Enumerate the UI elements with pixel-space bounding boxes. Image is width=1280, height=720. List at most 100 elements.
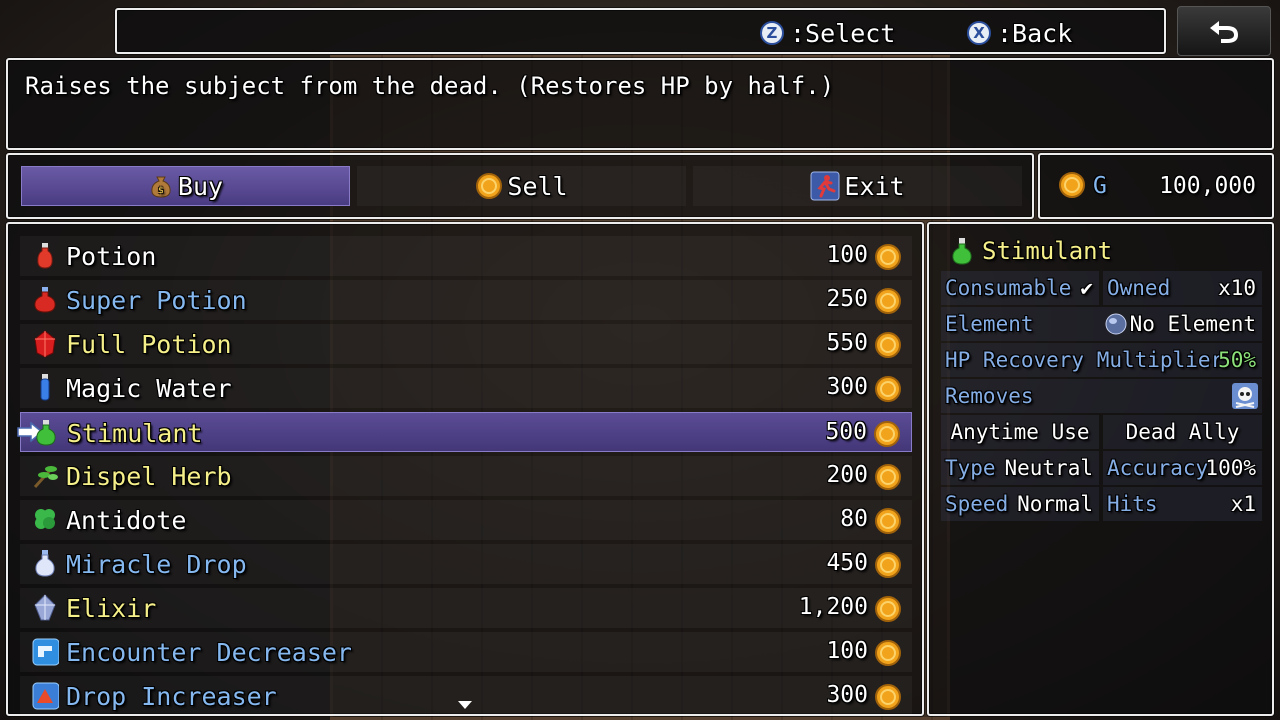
select-hint-label: :Select — [790, 18, 896, 48]
scope-value: Dead Ally — [1125, 420, 1240, 444]
item-price: 300 — [826, 374, 868, 400]
owned-value: x10 — [1218, 276, 1256, 300]
owned-label: Owned — [1107, 276, 1171, 300]
back-button[interactable] — [1177, 6, 1271, 56]
item-row[interactable]: Stimulant 500 — [17, 412, 912, 452]
item-name: Potion — [66, 242, 157, 271]
gold-amount: 100,000 — [1159, 173, 1256, 199]
item-price: 100 — [826, 638, 868, 664]
sell-command[interactable]: Sell — [357, 166, 686, 206]
type-label: Type — [945, 456, 996, 480]
gold-unit: G — [1093, 173, 1107, 199]
red-potion-icon — [30, 241, 60, 271]
item-row[interactable]: Encounter Decreaser 100 — [20, 632, 912, 672]
green-flask-icon — [952, 238, 972, 265]
red-tile-icon — [30, 681, 60, 711]
occasion-value: Anytime Use — [950, 420, 1090, 444]
money-bag-icon: $ — [151, 176, 171, 198]
gold-window: G 100,000 — [1038, 153, 1274, 219]
exit-command[interactable]: Exit — [693, 166, 1022, 206]
coin-icon — [875, 596, 901, 622]
coin-icon-wrap — [874, 375, 902, 403]
item-price: 550 — [826, 330, 868, 356]
item-description: Raises the subject from the dead. (Resto… — [25, 72, 835, 100]
item-name: Elixir — [66, 594, 157, 623]
coin-icon-wrap — [874, 639, 902, 667]
consumable-check-icon: ✔ — [1080, 276, 1093, 300]
coin-icon — [875, 464, 901, 490]
crystal-icon — [30, 593, 60, 623]
coin-icon — [874, 421, 900, 447]
accuracy-cell: Accuracy 100% — [1103, 451, 1262, 485]
item-row[interactable]: Super Potion 250 — [20, 280, 912, 320]
item-price: 100 — [826, 242, 868, 268]
type-value: Neutral — [1004, 456, 1093, 480]
item-name: Magic Water — [66, 374, 232, 403]
coin-icon — [875, 376, 901, 402]
item-row[interactable]: Antidote 80 — [20, 500, 912, 540]
item-price: 450 — [826, 550, 868, 576]
item-name: Stimulant — [67, 419, 203, 448]
coin-icon — [476, 173, 503, 199]
type-cell: Type Neutral — [941, 451, 1099, 485]
coin-icon — [875, 332, 901, 358]
item-name: Full Potion — [66, 330, 232, 359]
buy-command[interactable]: $ Buy — [21, 166, 350, 206]
item-name: Antidote — [66, 506, 187, 535]
coin-icon — [1059, 172, 1085, 198]
item-name: Dispel Herb — [66, 462, 232, 491]
item-price: 300 — [826, 682, 868, 708]
clover-icon — [30, 505, 60, 535]
scope-cell: Dead Ally — [1103, 415, 1262, 449]
buy-command-label: Buy — [177, 171, 224, 201]
z-button-icon: Z — [760, 21, 784, 45]
coin-icon-wrap — [874, 243, 902, 271]
item-name: Drop Increaser — [66, 682, 277, 711]
item-row[interactable]: Magic Water 300 — [20, 368, 912, 408]
back-hint-label: :Back — [997, 18, 1073, 48]
white-drop-icon — [30, 549, 60, 579]
scroll-down-arrow-icon[interactable] — [457, 700, 473, 710]
coin-icon-wrap — [874, 551, 902, 579]
speed-label: Speed — [945, 492, 1009, 516]
coin-icon — [875, 288, 901, 314]
green-flask-icon — [31, 418, 61, 448]
item-row[interactable]: Drop Increaser 300 — [20, 676, 912, 714]
coin-icon-wrap — [873, 420, 901, 448]
coin-icon-wrap — [874, 683, 902, 711]
coin-icon-wrap — [874, 463, 902, 491]
button-help-bar: Z :Select X :Back — [115, 8, 1166, 54]
removes-label: Removes — [945, 384, 1034, 408]
accuracy-value: 100% — [1205, 456, 1256, 480]
item-row[interactable]: Miracle Drop 450 — [20, 544, 912, 584]
item-price: 200 — [826, 462, 868, 488]
item-list-window: Potion 100 Super Potion 250 Full Potion 550 Ma… — [6, 222, 924, 716]
return-arrow-icon — [1210, 21, 1238, 43]
herb-icon — [30, 461, 60, 491]
blue-vial-icon — [30, 373, 60, 403]
item-price: 1,200 — [798, 594, 868, 620]
item-name: Encounter Decreaser — [66, 638, 352, 667]
item-row[interactable]: Potion 100 — [20, 236, 912, 276]
speed-cell: Speed Normal — [941, 487, 1099, 521]
item-price: 250 — [826, 286, 868, 312]
item-row[interactable]: Full Potion 550 — [20, 324, 912, 364]
item-row[interactable]: Dispel Herb 200 — [20, 456, 912, 496]
globe-icon — [1105, 313, 1127, 335]
info-title: Stimulant — [982, 237, 1113, 265]
item-name: Miracle Drop — [66, 550, 247, 579]
item-info-window: Stimulant Consumable ✔ Owned x10 Element… — [927, 222, 1274, 716]
item-row[interactable]: Elixir 1,200 — [20, 588, 912, 628]
coin-icon-wrap — [874, 507, 902, 535]
hits-value: x1 — [1230, 492, 1256, 516]
blue-tile-icon — [30, 637, 60, 667]
exit-command-label: Exit — [844, 171, 905, 201]
consumable-label: Consumable — [945, 276, 1072, 300]
hp-recovery-value: 50% — [1218, 348, 1256, 372]
back-hint: X :Back — [967, 18, 1072, 48]
svg-text:$: $ — [158, 186, 164, 196]
info-title-row: Stimulant — [939, 234, 1264, 268]
coin-icon — [875, 508, 901, 534]
speed-value: Normal — [1017, 492, 1093, 516]
skull-state-icon — [1232, 383, 1258, 409]
